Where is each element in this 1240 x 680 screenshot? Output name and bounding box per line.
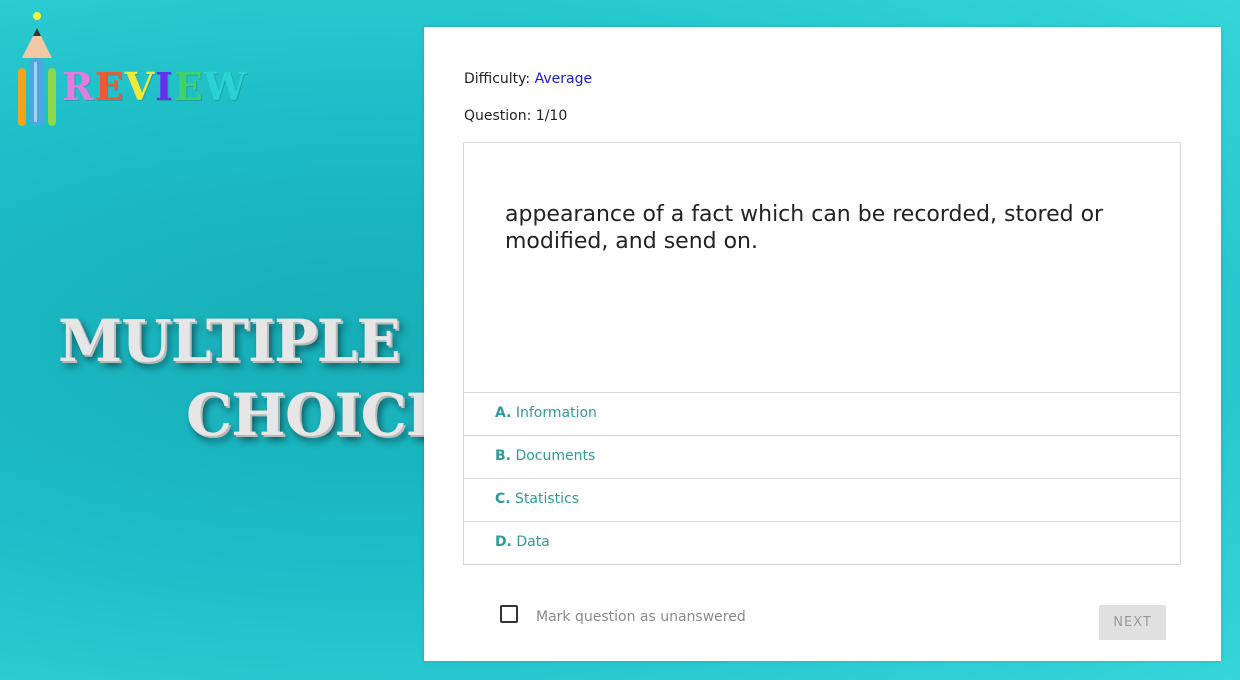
question-text-area: appearance of a fact which can be record… [464, 143, 1180, 393]
mark-unanswered-label: Mark question as unanswered [536, 609, 746, 625]
option-a[interactable]: A. Information [464, 393, 1180, 436]
next-button[interactable]: NEXT [1099, 605, 1166, 640]
option-b[interactable]: B. Documents [464, 436, 1180, 479]
banner-line-1: MULTIPLE [58, 307, 401, 375]
option-text: Documents [515, 448, 596, 464]
option-letter: A. [495, 405, 512, 421]
option-letter: C. [495, 491, 511, 507]
option-letter: D. [495, 534, 512, 550]
difficulty-label: Difficulty: [464, 71, 535, 87]
quiz-card: Difficulty: Average Question: 1/10 appea… [424, 27, 1221, 661]
mark-unanswered-checkbox[interactable] [500, 605, 518, 623]
logo-letter: E [94, 64, 125, 109]
option-letter: B. [495, 448, 511, 464]
option-text: Statistics [515, 491, 580, 507]
logo-letter: W [203, 64, 248, 109]
option-c[interactable]: C. Statistics [464, 479, 1180, 522]
difficulty-row: Difficulty: Average [464, 71, 592, 87]
banner-line-2: CHOICE [186, 381, 450, 449]
difficulty-value: Average [534, 71, 593, 87]
option-d[interactable]: D. Data [464, 522, 1180, 564]
question-text: appearance of a fact which can be record… [505, 202, 1104, 254]
logo-letter: I [155, 64, 174, 109]
question-box: appearance of a fact which can be record… [463, 142, 1181, 565]
review-logo: REVIEW [14, 10, 274, 130]
review-wordmark: REVIEW [62, 68, 247, 106]
logo-letter: R [62, 64, 95, 109]
option-text: Information [515, 405, 597, 421]
question-counter: Question: 1/10 [464, 108, 568, 124]
logo-letter: E [173, 64, 204, 109]
option-text: Data [516, 534, 550, 550]
logo-letter: V [124, 64, 156, 109]
